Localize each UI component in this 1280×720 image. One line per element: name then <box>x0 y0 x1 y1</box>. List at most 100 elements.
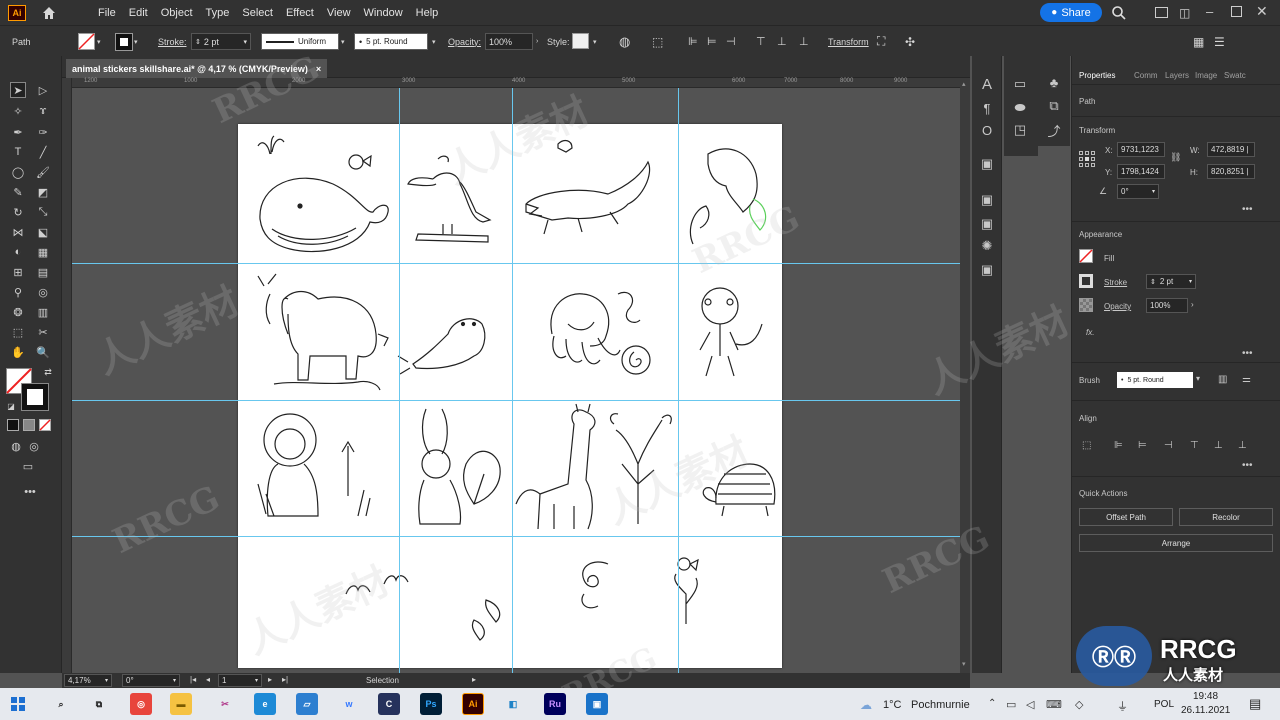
tab-properties[interactable]: Properties <box>1079 71 1115 80</box>
vertical-scrollbar[interactable]: ▴ ▾ <box>960 78 970 674</box>
free-transform-icon[interactable]: ⬕ <box>35 224 51 240</box>
w-field[interactable]: 472,8819 | <box>1207 142 1255 157</box>
taskbar-snipping-icon[interactable]: ✂ <box>214 693 236 715</box>
type-tool-icon[interactable]: T <box>10 144 26 160</box>
taskbar-illustrator-icon[interactable]: Ai <box>462 693 484 715</box>
club-icon[interactable]: ♣ <box>1046 74 1062 90</box>
rotate-field[interactable]: 0° ▾ <box>1117 184 1159 199</box>
fill-swatch[interactable]: ▾ <box>78 33 101 50</box>
animal-stickers-artwork[interactable] <box>238 124 782 668</box>
stroke-label[interactable]: Stroke: <box>158 33 187 50</box>
first-artboard-icon[interactable]: |◂ <box>190 675 196 684</box>
taskbar-search-icon[interactable]: ⌕ <box>50 693 72 715</box>
guide-line[interactable] <box>512 88 513 674</box>
more-options-icon[interactable]: ••• <box>1242 460 1253 471</box>
tab-image[interactable]: Image <box>1195 71 1217 80</box>
close-tab-icon[interactable]: × <box>316 64 321 74</box>
transparency-icon[interactable]: ◳ <box>1012 122 1028 138</box>
paragraph-icon[interactable]: ¶ <box>979 100 995 116</box>
opacity-label[interactable]: Opacity: <box>448 33 481 50</box>
menu-effect[interactable]: Effect <box>286 7 314 19</box>
align-vertical-center-icon[interactable]: ⊥ <box>1214 440 1223 451</box>
edit-toolbar-icon[interactable]: ••• <box>22 484 38 500</box>
menu-view[interactable]: View <box>327 7 351 19</box>
width-tool-icon[interactable]: ⋈ <box>10 224 26 240</box>
panel-layout-icon[interactable]: ▦ <box>1193 33 1204 50</box>
brush-library-icon[interactable]: ▥ <box>1218 374 1227 385</box>
network-icon[interactable]: ▭ <box>1006 698 1016 711</box>
arrange-button[interactable]: Arrange <box>1079 534 1273 552</box>
menu-window[interactable]: Window <box>364 7 403 19</box>
lasso-icon[interactable]: ɤ <box>35 103 51 119</box>
language-indicator[interactable]: POL <box>1154 699 1174 710</box>
search-icon[interactable] <box>1111 5 1127 21</box>
maximize-button[interactable] <box>1231 6 1242 17</box>
more-options-icon[interactable]: ••• <box>1242 348 1253 359</box>
zoom-field[interactable]: 4,17% ▾ <box>64 674 112 687</box>
menu-edit[interactable]: Edit <box>129 7 148 19</box>
last-artboard-icon[interactable]: ▸| <box>282 675 288 684</box>
share-button[interactable]: ● Share <box>1040 3 1102 22</box>
chevron-down-icon[interactable]: ▾ <box>1196 374 1200 383</box>
draw-normal-icon[interactable]: ◍ <box>8 438 24 454</box>
y-field[interactable]: 1798,1424 <box>1117 164 1165 179</box>
selection-tool-icon[interactable]: ➤ <box>10 82 26 98</box>
brush-field[interactable]: • 5 pt. Round <box>1117 372 1193 388</box>
weather-place[interactable]: Pochmurnie <box>911 699 970 711</box>
align-right-icon[interactable]: ⊣ <box>1164 440 1173 451</box>
align-to-icon[interactable]: ⬚ <box>1082 440 1091 451</box>
brush-definition[interactable]: • 5 pt. Round <box>354 33 428 50</box>
color-guide-icon[interactable]: ▭ <box>1012 76 1028 92</box>
taskbar-chrome-icon[interactable]: ◎ <box>130 693 152 715</box>
links-icon[interactable]: ⧉ <box>1046 98 1062 114</box>
symbols-icon[interactable]: ▣ <box>979 262 995 278</box>
guide-line[interactable] <box>72 400 960 401</box>
slice-tool-icon[interactable]: ✂ <box>35 324 51 340</box>
brushes-icon[interactable]: ✺ <box>979 238 995 254</box>
hand-tool-icon[interactable]: ✋ <box>10 344 26 360</box>
status-menu-icon[interactable]: ▸ <box>472 675 476 684</box>
shaper-tool-icon[interactable]: ✎ <box>10 184 26 200</box>
eraser-icon[interactable]: ◩ <box>35 184 51 200</box>
recolor-button[interactable]: Recolor <box>1179 508 1273 526</box>
workspace-icon[interactable]: ◫ <box>1179 6 1190 20</box>
gradient-tool-icon[interactable]: ▤ <box>35 264 51 280</box>
taskbar-photoshop-icon[interactable]: Ps <box>420 693 442 715</box>
artboard-tool-icon[interactable]: ⬚ <box>10 324 26 340</box>
taskbar-c4d-icon[interactable]: C <box>378 693 400 715</box>
canvas-area[interactable] <box>72 88 960 674</box>
align-top-icon[interactable]: ⊤ <box>1190 440 1199 451</box>
eyedropper-icon[interactable]: ⚲ <box>10 284 26 300</box>
default-colors-icon[interactable]: ◪ <box>3 398 19 414</box>
puppet-warp-icon[interactable]: ✣ <box>905 33 915 50</box>
arrange-documents-icon[interactable] <box>1155 7 1168 18</box>
taskbar-photos-icon[interactable]: ▣ <box>586 693 608 715</box>
scroll-down-icon[interactable]: ▾ <box>962 660 966 668</box>
line-tool-icon[interactable]: ╱ <box>35 144 51 160</box>
chevron-down-icon[interactable]: ▾ <box>593 33 597 50</box>
clock-date[interactable]: 26.11.2021 <box>1181 705 1230 716</box>
minimize-button[interactable]: – <box>1206 4 1213 19</box>
scale-tool-icon[interactable]: ⤡ <box>35 204 51 220</box>
ellipse-tool-icon[interactable]: ◯ <box>10 164 26 180</box>
usb-icon[interactable]: ⏚ <box>1117 698 1128 714</box>
rotate-view-field[interactable]: 0° ▾ <box>122 674 180 687</box>
clock-time[interactable]: 19:48 <box>1193 691 1218 702</box>
taskbar-rush-icon[interactable]: Ru <box>544 693 566 715</box>
zoom-tool-icon[interactable]: 🔍 <box>35 344 51 360</box>
graph-tool-icon[interactable]: ▥ <box>35 304 51 320</box>
direct-selection-tool-icon[interactable]: ▷ <box>35 82 51 98</box>
chevron-down-icon[interactable]: ▾ <box>341 33 345 50</box>
align-top-icon[interactable]: ⊤ <box>756 33 766 50</box>
tab-swatches[interactable]: Swatc <box>1224 71 1246 80</box>
opacity-field[interactable]: 100% <box>1146 298 1188 313</box>
tab-comments[interactable]: Comm <box>1134 71 1158 80</box>
opentype-icon[interactable]: O <box>979 122 995 138</box>
align-center-icon[interactable]: ⊨ <box>707 33 717 50</box>
x-field[interactable]: 9731,1223 <box>1117 142 1165 157</box>
menu-help[interactable]: Help <box>416 7 439 19</box>
character-icon[interactable]: A <box>979 76 995 93</box>
isolate-icon[interactable]: ⛶ <box>877 33 885 50</box>
artboards-icon[interactable]: ▣ <box>979 216 995 232</box>
color-mode-icon[interactable] <box>7 419 19 431</box>
